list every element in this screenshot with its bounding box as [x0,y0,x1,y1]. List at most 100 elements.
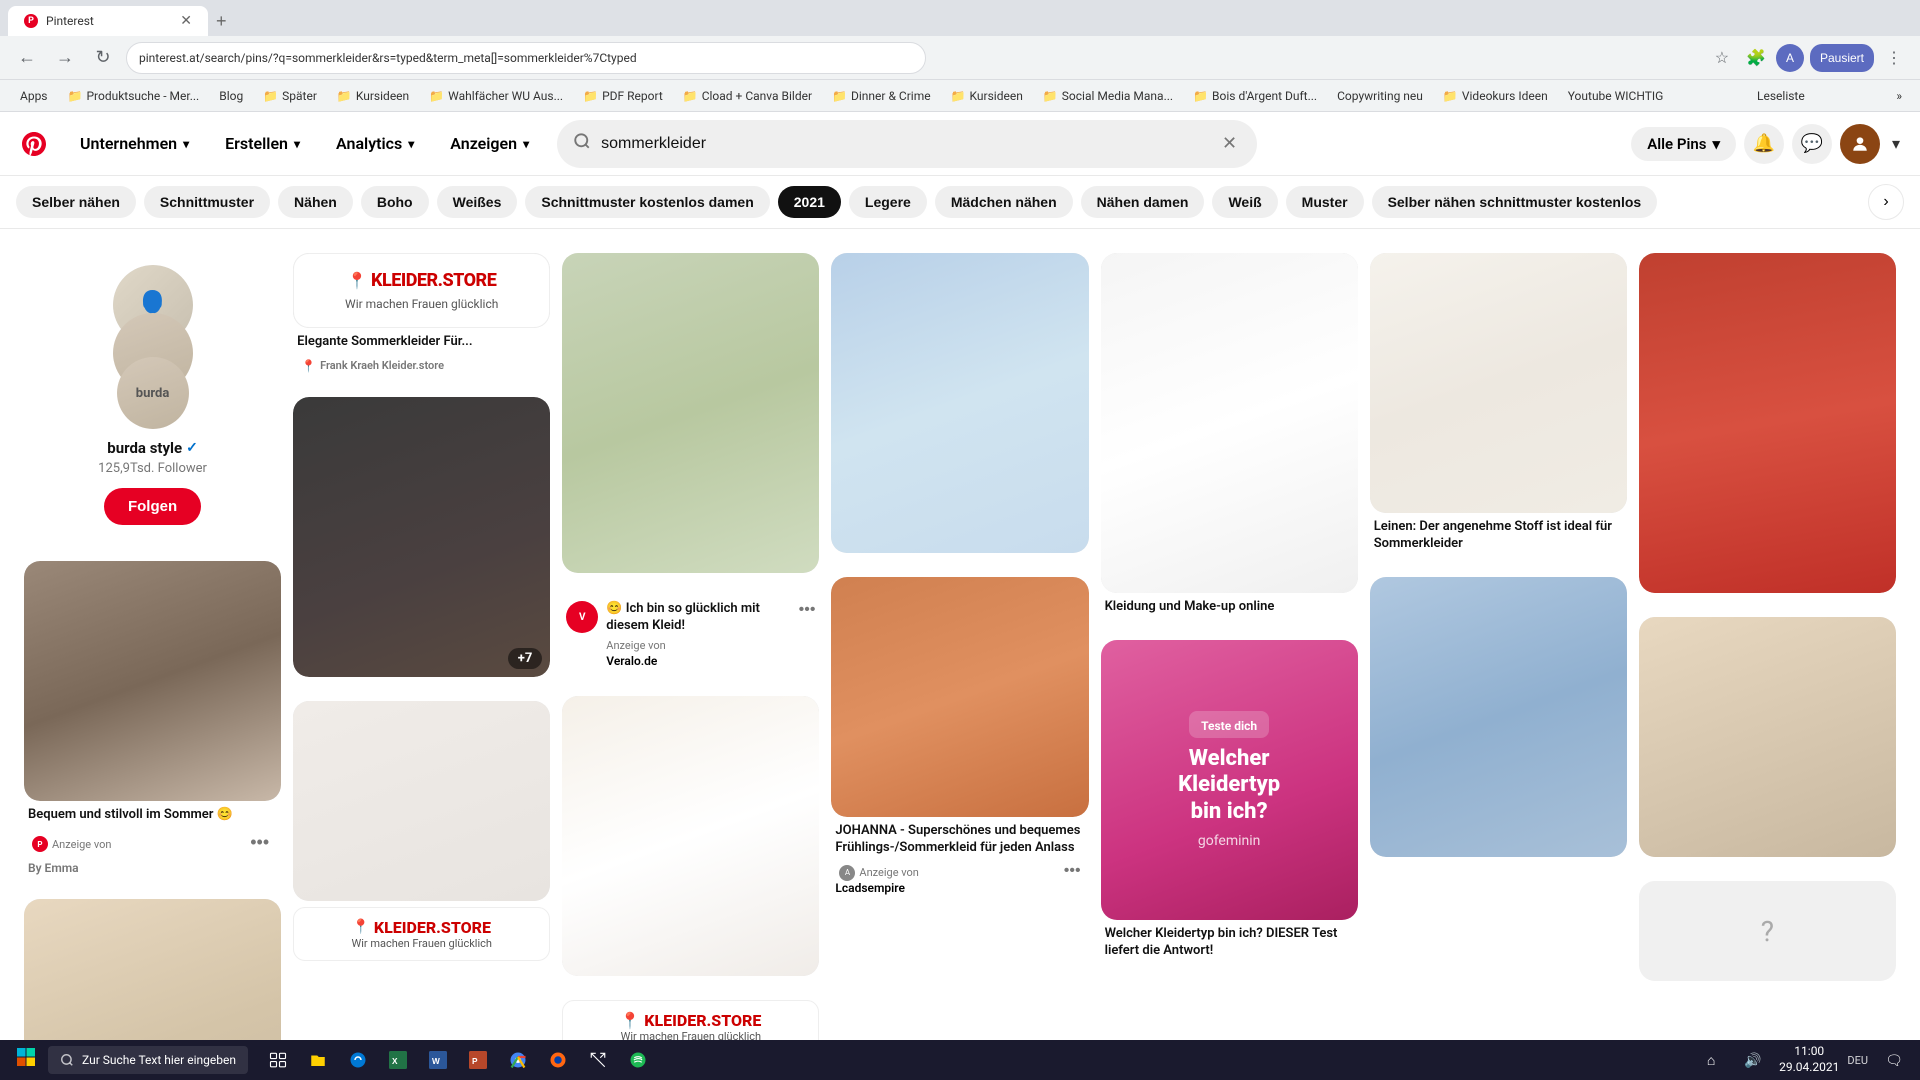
pin-card-red-dress[interactable] [1639,253,1896,593]
filter-tag-boho[interactable]: Boho [361,186,429,218]
pin-card-white-room[interactable] [562,696,819,976]
bookmark-canva[interactable]: 📁 Cload + Canva Bilder [675,87,820,105]
filter-next-button[interactable]: › [1868,184,1904,220]
forward-button[interactable]: → [50,43,80,73]
taskbar-network-button[interactable]: ⌂ [1693,1042,1729,1078]
pin-card-green[interactable] [562,253,819,573]
bookmark-star-button[interactable]: ☆ [1708,44,1736,72]
follow-button[interactable]: Folgen [104,488,201,525]
filter-tag-nahen-damen[interactable]: Nähen damen [1081,186,1205,218]
pin-card-beige-2[interactable] [1639,617,1896,857]
start-button[interactable] [8,1043,44,1077]
pin-card-kleider-store[interactable]: 📍 KLEIDER.STORE Wir machen Frauen glückl… [293,253,550,373]
taskbar-app-chrome[interactable] [500,1042,536,1078]
bookmark-youtube[interactable]: Youtube WICHTIG [1560,87,1672,105]
pin-card-blue-floral[interactable] [831,253,1088,553]
bookmark-produktsuche[interactable]: 📁 Produktsuche - Mer... [60,87,208,105]
taskbar-app-spotify[interactable] [620,1042,656,1078]
nav-erstellen[interactable]: Erstellen ▾ [209,126,316,161]
pin-more-button[interactable]: ••• [1064,862,1081,880]
filter-tag-selber-nahen-kostenlos[interactable]: Selber nähen schnittmuster kostenlos [1372,186,1658,218]
pin-card-question[interactable]: ? [1639,881,1896,981]
tab-close-button[interactable]: ✕ [180,13,192,29]
pin-card-kleider-store-2[interactable]: 📍 KLEIDER.STORE Wir machen Frauen glückl… [293,701,550,961]
pin-card-johanna[interactable]: JOHANNA - Superschönes und bequemes Früh… [831,577,1088,895]
pin-card-linen[interactable]: Leinen: Der angenehme Stoff ist ideal fü… [1370,253,1627,553]
filter-tag-nahen[interactable]: Nähen [278,186,353,218]
bookmarks-more-button[interactable]: » [1890,87,1908,105]
pin-card-bequem[interactable]: Bequem und stilvoll im Sommer 😊 P Anzeig… [24,561,281,875]
nav-unternehmen[interactable]: Unternehmen ▾ [64,126,205,161]
bookmark-videokurs[interactable]: 📁 Videokurs Ideen [1435,87,1556,105]
active-tab[interactable]: Pinterest ✕ [8,6,208,36]
pin-card-kleider-store-3[interactable]: 📍 KLEIDER.STORE Wir machen Frauen glückl… [562,1000,819,1040]
taskbar-app-word[interactable]: W [420,1042,456,1078]
pin-more-button[interactable]: ••• [246,828,273,857]
pin-more-button[interactable]: ••• [799,601,816,619]
extensions-button[interactable]: 🧩 [1742,44,1770,72]
taskbar-clock[interactable]: 11:00 29.04.2021 [1779,1044,1839,1075]
pin-info: Elegante Sommerkleider Für... 📍 Frank Kr… [293,328,550,373]
search-input[interactable] [601,135,1208,153]
taskbar-notification-button[interactable]: 🗨 [1876,1042,1912,1078]
source-name: Lcadsempire [835,881,1084,895]
bookmark-kursideen1[interactable]: 📁 Kursideen [329,87,417,105]
task-view-button[interactable] [260,1042,296,1078]
bookmark-später[interactable]: 📁 Später [255,87,325,105]
taskbar-app-firefox[interactable] [540,1042,576,1078]
filter-tag-madchen[interactable]: Mädchen nähen [935,186,1073,218]
bookmark-bois[interactable]: 📁 Bois d'Argent Duft... [1185,87,1325,105]
taskbar-app-powerpoint[interactable]: P [460,1042,496,1078]
filter-tag-2021[interactable]: 2021 [778,186,841,218]
bookmark-pdf[interactable]: 📁 PDF Report [575,87,671,105]
pin-card-kleidertyp[interactable]: Teste dich WelcherKleidertypbin ich? gof… [1101,640,1358,960]
nav-analytics[interactable]: Analytics ▾ [320,126,430,161]
taskbar-app-edge[interactable] [340,1042,376,1078]
pin-thumbnail [562,696,819,976]
profile-dropdown-button[interactable]: ▾ [1888,130,1904,158]
filter-tag-schnittmuster[interactable]: Schnittmuster [144,186,270,218]
bookmark-wahlfacher[interactable]: 📁 Wahlfächer WU Aus... [421,87,571,105]
taskbar-app-snipping[interactable] [580,1042,616,1078]
pin-card-veralo[interactable]: V 😊 Ich bin so glücklich mit diesem Klei… [562,597,819,672]
refresh-button[interactable]: ↻ [88,43,118,73]
bookmark-copywriting[interactable]: Copywriting neu [1329,87,1431,105]
pin-card-blue-car[interactable] [1370,577,1627,857]
search-bar[interactable]: ✕ [557,120,1257,168]
pin-card-white-minimal[interactable]: Kleidung und Make-up online [1101,253,1358,616]
pin-info: Welcher Kleidertyp bin ich? DIESER Test … [1101,920,1358,960]
pinterest-logo[interactable] [16,126,52,162]
new-tab-button[interactable]: + [208,7,235,36]
profile-button[interactable]: A [1776,44,1804,72]
messages-button[interactable]: 💬 [1792,124,1832,164]
all-pins-dropdown[interactable]: Alle Pins ▾ [1631,127,1736,161]
filter-tag-schnittmuster-kostenlos[interactable]: Schnittmuster kostenlos damen [525,186,769,218]
pause-button[interactable]: Pausiert [1810,44,1874,72]
taskbar-volume-button[interactable]: 🔊 [1735,1042,1771,1078]
bookmark-apps[interactable]: Apps [12,87,56,105]
filter-tag-muster[interactable]: Muster [1286,186,1364,218]
bookmarks-overflow-button[interactable]: Leseliste [1751,87,1811,105]
bookmark-blog[interactable]: Blog [211,87,251,105]
taskbar-search[interactable]: Zur Suche Text hier eingeben [48,1046,248,1074]
address-bar[interactable]: pinterest.at/search/pins/?q=sommerkleide… [126,42,926,74]
bookmark-dinner[interactable]: 📁 Dinner & Crime [824,87,939,105]
store-tagline: Wir machen Frauen glücklich [310,297,533,311]
search-clear-button[interactable]: ✕ [1218,133,1241,154]
notifications-button[interactable]: 🔔 [1744,124,1784,164]
filter-tag-legere[interactable]: Legere [849,186,927,218]
pin-card-dark-dress[interactable]: +7 [293,397,550,677]
taskbar-app-file-explorer[interactable] [300,1042,336,1078]
pin-card-beige[interactable] [24,899,281,1040]
taskbar: Zur Suche Text hier eingeben [0,1040,1920,1080]
filter-tag-weisses[interactable]: Weißes [437,186,518,218]
nav-anzeigen[interactable]: Anzeigen ▾ [434,126,545,161]
filter-tag-weiss[interactable]: Weiß [1212,186,1277,218]
profile-avatar-button[interactable] [1840,124,1880,164]
filter-tag-selber-nahen[interactable]: Selber nähen [16,186,136,218]
taskbar-app-excel[interactable]: X [380,1042,416,1078]
menu-button[interactable]: ⋮ [1880,44,1908,72]
bookmark-socialmedia[interactable]: 📁 Social Media Mana... [1035,87,1181,105]
bookmark-kursideen2[interactable]: 📁 Kursideen [943,87,1031,105]
back-button[interactable]: ← [12,43,42,73]
